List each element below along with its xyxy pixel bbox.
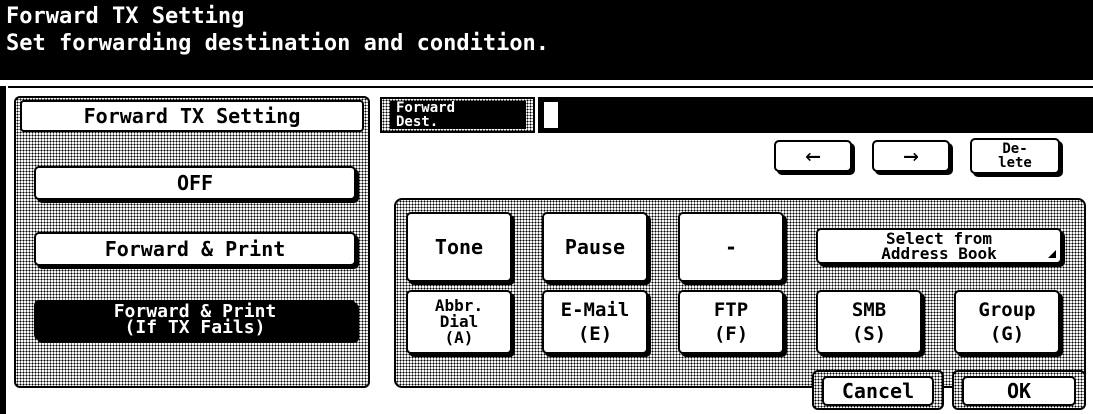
- option-off-button[interactable]: OFF: [34, 166, 356, 200]
- left-edge-bar: [0, 86, 6, 414]
- smb-button[interactable]: SMB (S): [816, 290, 922, 354]
- corner-triangle-icon: [1048, 250, 1056, 258]
- dest-label-frame: Forward Dest.: [380, 97, 535, 133]
- delete-button[interactable]: De- lete: [970, 138, 1060, 174]
- dest-label: Forward Dest.: [390, 101, 526, 129]
- cancel-button[interactable]: Cancel: [822, 376, 934, 406]
- screen-subtitle: Set forwarding destination and condition…: [6, 31, 550, 56]
- cursor-left-button[interactable]: ←: [774, 140, 852, 172]
- tone-button[interactable]: Tone: [406, 212, 512, 282]
- option-forward-print-button[interactable]: Forward & Print: [34, 232, 356, 266]
- ftp-button[interactable]: FTP (F): [678, 290, 784, 354]
- select-address-book-button[interactable]: Select from Address Book: [816, 228, 1062, 264]
- ok-button[interactable]: OK: [962, 376, 1076, 406]
- group-button[interactable]: Group (G): [954, 290, 1060, 354]
- text-cursor: [544, 102, 558, 128]
- option-forward-print-if-fails-button[interactable]: Forward & Print (If TX Fails): [34, 300, 356, 340]
- header-bar: Forward TX Setting Set forwarding destin…: [0, 0, 1093, 80]
- header-divider: [8, 86, 1093, 88]
- screen-title: Forward TX Setting: [6, 4, 245, 29]
- dest-input-field[interactable]: [538, 97, 1093, 133]
- pause-button[interactable]: Pause: [542, 212, 648, 282]
- cursor-right-button[interactable]: →: [872, 140, 950, 172]
- dash-button[interactable]: -: [678, 212, 784, 282]
- abbr-dial-button[interactable]: Abbr. Dial (A): [406, 290, 512, 354]
- email-button[interactable]: E-Mail (E): [542, 290, 648, 354]
- address-book-label: Select from Address Book: [881, 229, 997, 263]
- panel-title: Forward TX Setting: [20, 100, 364, 132]
